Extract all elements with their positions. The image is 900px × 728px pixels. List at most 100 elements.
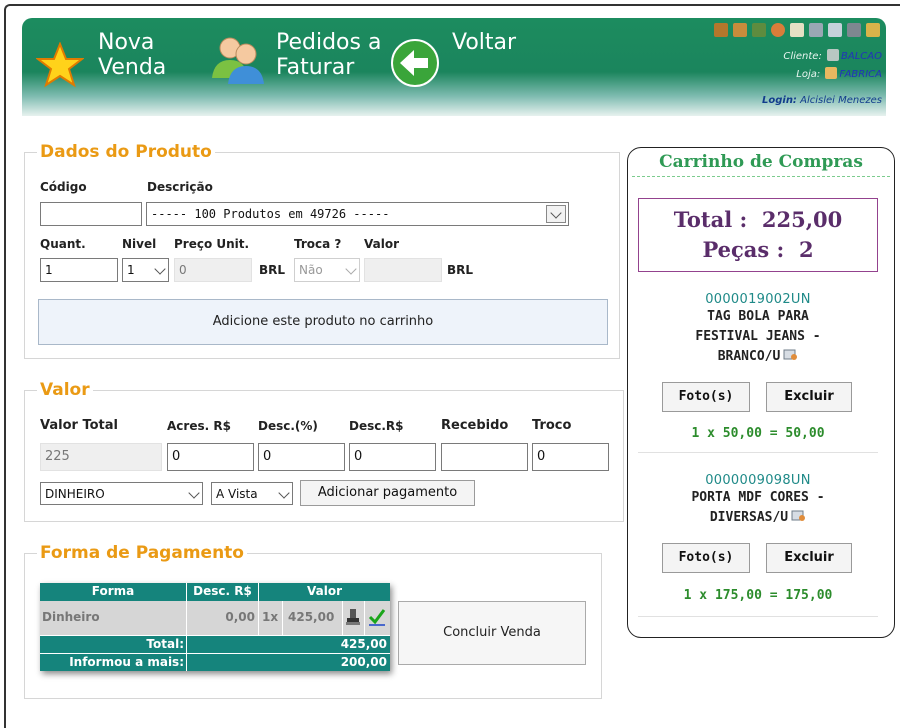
cart-total-value: 225,00 <box>761 207 843 232</box>
image-icon[interactable] <box>783 349 798 361</box>
pedidos-line1: Pedidos a <box>276 30 382 55</box>
quant-label: Quant. <box>40 237 86 251</box>
col-forma: Forma <box>91 584 135 598</box>
calculator-icon[interactable] <box>828 23 842 37</box>
descricao-select[interactable]: ----- 100 Produtos em 49726 ----- <box>146 202 569 226</box>
voltar-button[interactable]: Voltar <box>390 30 530 87</box>
chevron-down-icon <box>345 263 357 275</box>
foto-button[interactable]: Foto(s) <box>662 543 750 573</box>
cart-total-box: Total : 225,00 Peças : 2 <box>638 198 878 272</box>
table-informou-row: Informou a mais: 200,00 <box>40 653 390 671</box>
chevron-down-icon <box>278 487 290 499</box>
concluir-venda-button[interactable]: Concluir Venda <box>398 601 586 665</box>
cart-item: 0000009098UN PORTA MDF CORES - DIVERSAS/… <box>638 473 878 618</box>
valor-legend: Valor <box>37 380 93 400</box>
tools-icon[interactable] <box>809 23 823 37</box>
client-info: Cliente: BALCAO Loja: FABRICA <box>783 48 882 84</box>
recebido-label: Recebido <box>441 418 509 433</box>
informou-value: 200,00 <box>340 655 387 669</box>
carrinho-title: Carrinho de Compras <box>659 152 863 172</box>
voltar-label: Voltar <box>452 30 517 55</box>
cart-pecas-label: Peças : <box>702 237 785 262</box>
desc-pct-input[interactable]: 0 <box>258 443 345 471</box>
cart-item: 0000019002UN TAG BOLA PARA FESTIVAL JEAN… <box>638 292 878 453</box>
troca-label: Troca ? <box>294 237 342 251</box>
carrinho-panel: Carrinho de Compras Total : 225,00 Peças… <box>627 147 895 638</box>
codigo-label: Código <box>40 180 87 194</box>
valor-produto-input[interactable] <box>364 258 442 282</box>
pedidos-faturar-button[interactable]: Pedidos a Faturar <box>210 30 390 88</box>
forma-pagamento-legend: Forma de Pagamento <box>37 543 247 563</box>
loja-label: Loja: <box>796 69 821 80</box>
troco-label: Troco <box>532 418 572 433</box>
chevron-down-icon <box>154 263 166 275</box>
add-payment-button[interactable]: Adicionar pagamento <box>300 480 475 506</box>
item-code: 0000019002UN <box>705 292 811 307</box>
excluir-button[interactable]: Excluir <box>766 543 852 573</box>
valor-total-input[interactable]: 225 <box>40 443 162 471</box>
descricao-label: Descrição <box>147 180 213 194</box>
loja-value: FABRICA <box>839 69 882 80</box>
chevron-down-icon <box>546 205 566 223</box>
item-name-line: PORTA MDF CORES - <box>691 490 825 505</box>
valor-section: Valor Valor Total Acres. R$ Desc.(%) Des… <box>24 380 624 522</box>
condicao-select[interactable]: A Vista <box>211 482 293 505</box>
store-icon <box>825 67 838 79</box>
acres-label: Acres. R$ <box>167 419 231 433</box>
row-desc: 0,00 <box>225 610 255 624</box>
row-forma: Dinheiro <box>42 610 100 624</box>
preco-label: Preço Unit. <box>174 237 250 251</box>
metodo-pagamento-select[interactable]: DINHEIRO <box>40 482 203 505</box>
item-name-line: DIVERSAS/U <box>709 510 789 525</box>
document-icon[interactable] <box>790 23 804 37</box>
item-summary: 1 x 50,00 = 50,00 <box>691 426 825 441</box>
login-value: Alcislei Menezes <box>800 95 882 106</box>
recebido-input[interactable] <box>441 443 528 471</box>
foto-button[interactable]: Foto(s) <box>662 382 750 412</box>
informou-label: Informou a mais: <box>69 655 184 669</box>
pedidos-line2: Faturar <box>276 55 355 80</box>
item-code: 0000009098UN <box>705 473 811 488</box>
table-header: Forma Desc. R$ Valor <box>40 583 390 601</box>
cart-total-label: Total : <box>673 207 748 232</box>
metodo-value: DINHEIRO <box>45 487 105 501</box>
check-icon[interactable] <box>368 607 386 627</box>
desc-pct-label: Desc.(%) <box>258 419 318 433</box>
condicao-value: A Vista <box>216 487 258 501</box>
total-value: 425,00 <box>340 637 387 651</box>
stamp-icon[interactable] <box>345 608 361 626</box>
lock-icon[interactable] <box>866 23 880 37</box>
codigo-input[interactable] <box>40 202 142 226</box>
quant-input[interactable]: 1 <box>40 258 118 282</box>
item-summary: 1 x 175,00 = 175,00 <box>683 588 833 603</box>
login-info: Login: Alcislei Menezes <box>762 95 882 106</box>
troco-input[interactable]: 0 <box>532 443 609 471</box>
cliente-label: Cliente: <box>783 51 822 62</box>
add-to-cart-button[interactable]: Adicione este produto no carrinho <box>38 299 608 345</box>
package-icon[interactable] <box>733 23 747 37</box>
col-desc: Desc. R$ <box>193 584 252 598</box>
printer-icon[interactable] <box>847 23 861 37</box>
currency-label: BRL <box>447 263 474 277</box>
troca-select[interactable]: Não <box>294 258 360 282</box>
valor-total-label: Valor Total <box>40 418 118 433</box>
row-qty: 1x <box>262 610 279 624</box>
image-icon[interactable] <box>791 510 806 522</box>
login-label: Login: <box>761 95 797 106</box>
star-icon <box>36 42 84 88</box>
cash-icon[interactable] <box>752 23 766 37</box>
nivel-label: Nivel <box>122 237 157 251</box>
acres-input[interactable]: 0 <box>167 443 254 471</box>
valor-produto-label: Valor <box>364 237 400 251</box>
preco-unit-input[interactable]: 0 <box>174 258 252 282</box>
desc-rs-input[interactable]: 0 <box>349 443 436 471</box>
cart-pecas-value: 2 <box>798 237 814 262</box>
user-icon[interactable] <box>771 23 785 37</box>
app-header: Nova Venda Pedidos a Faturar Voltar Clie… <box>22 18 886 116</box>
excluir-button[interactable]: Excluir <box>766 382 852 412</box>
table-total-row: Total: 425,00 <box>40 635 390 653</box>
box-icon[interactable] <box>714 23 728 37</box>
nivel-select[interactable]: 1 <box>122 258 169 282</box>
nova-venda-button[interactable]: Nova Venda <box>36 30 206 88</box>
payment-table: Forma Desc. R$ Valor Dinheiro 0,00 1x 42… <box>40 583 390 671</box>
